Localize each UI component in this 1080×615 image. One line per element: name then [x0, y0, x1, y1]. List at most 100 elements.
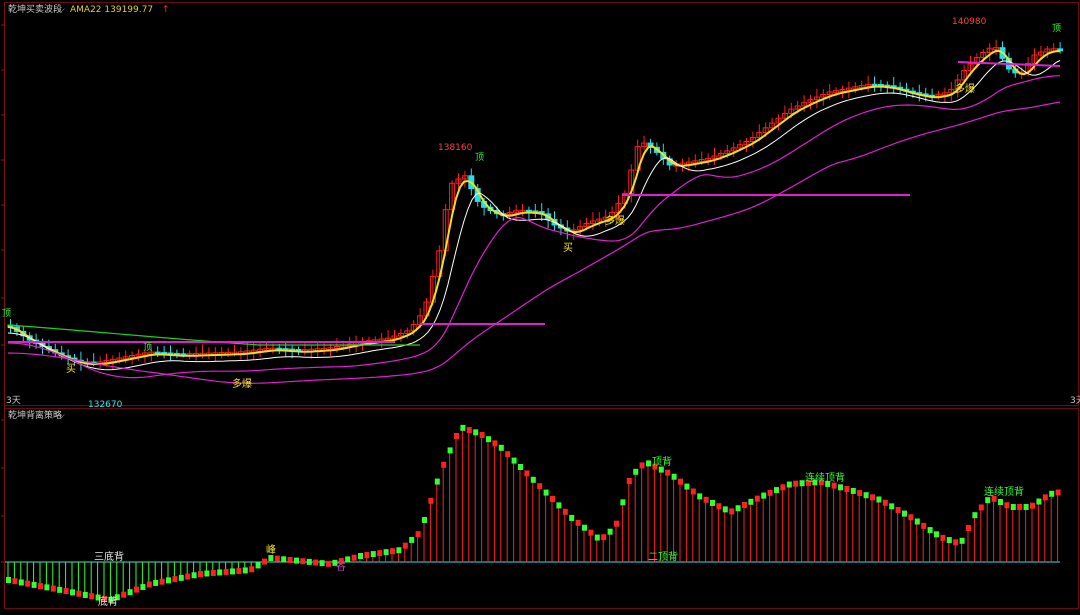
macd-cap-55 [358, 553, 363, 559]
signal-boom-3: 多爆 [955, 82, 975, 95]
macd-cap-152 [978, 504, 984, 511]
macd-cap-83 [537, 483, 543, 490]
macd-cap-4 [31, 581, 37, 588]
macd-cap-54 [351, 554, 357, 561]
macd-cap-90 [582, 524, 587, 531]
period-label-right: 3天 [1070, 396, 1080, 406]
macd-cap-164 [1055, 489, 1061, 496]
macd-cap-108 [697, 493, 703, 500]
macd-cap-12 [82, 591, 88, 598]
macd-cap-109 [703, 496, 709, 503]
macd-cap-87 [562, 508, 568, 515]
macd-cap-97 [626, 478, 632, 484]
macd-cap-96 [620, 499, 626, 506]
macd-cap-19 [127, 589, 133, 596]
macd-double-top-label: 二顶背 [648, 550, 678, 563]
lower-indicator-name[interactable]: 乾坤背离策略 [8, 409, 62, 421]
macd-cap-143 [921, 522, 927, 529]
upper-indicator-name[interactable]: 乾坤买卖波段 [8, 3, 62, 15]
macd-cap-106 [684, 483, 690, 490]
macd-cap-61 [396, 547, 402, 554]
macd-cap-20 [134, 586, 139, 593]
macd-cap-117 [754, 495, 760, 502]
macd-cap-32 [210, 569, 216, 576]
macd-cap-130 [838, 484, 843, 491]
macd-cap-71 [460, 424, 466, 431]
macd-cap-9 [63, 588, 69, 595]
macd-cap-145 [934, 531, 939, 538]
macd-cap-160 [1030, 502, 1035, 509]
macd-cap-31 [204, 570, 210, 577]
macd-cap-57 [370, 551, 376, 558]
macd-cap-60 [390, 548, 395, 555]
period-label-left: 3天 [6, 396, 21, 406]
macd-cap-6 [44, 584, 50, 591]
signal-top-4: 顶 [1052, 23, 1061, 34]
macd-cap-58 [377, 550, 383, 557]
macd-cap-42 [274, 555, 280, 562]
macd-cap-136 [876, 496, 882, 503]
macd-cap-133 [857, 490, 863, 497]
macd-cap-94 [607, 528, 613, 535]
signal-top-3: 顶 [475, 152, 484, 163]
macd-cap-77 [498, 444, 504, 451]
macd-cap-105 [678, 478, 683, 485]
macd-cap-88 [569, 514, 575, 521]
ama-value-label: AMA22 139199.77 [70, 5, 153, 15]
macd-cap-148 [953, 539, 959, 546]
macd-cap-48 [313, 559, 319, 566]
macd-peak-label: 峰 [266, 544, 276, 556]
macd-cap-122 [786, 481, 792, 488]
macd-cap-68 [441, 461, 447, 468]
high-price-label-2: 140980 [952, 17, 987, 27]
upper-indicator-dropdown-icon[interactable]: ⌵ [58, 5, 65, 15]
macd-cap-10 [70, 589, 75, 596]
macd-cap-40 [262, 558, 267, 565]
macd-cap-137 [882, 499, 888, 506]
macd-cap-37 [242, 567, 248, 574]
macd-cap-157 [1010, 504, 1016, 510]
macd-cap-132 [850, 487, 856, 494]
macd-consecutive-top-label-2: 连续顶背 [984, 485, 1024, 498]
macd-cap-3 [25, 580, 31, 587]
macd-cap-140 [902, 510, 907, 517]
macd-cap-119 [767, 489, 773, 496]
lower-indicator-dropdown-icon[interactable]: ⌵ [58, 411, 65, 421]
macd-cap-116 [748, 498, 754, 505]
macd-cap-146 [940, 534, 946, 541]
macd-cap-142 [914, 518, 920, 525]
macd-cap-141 [908, 514, 914, 521]
macd-cap-98 [633, 468, 639, 475]
macd-cap-7 [50, 585, 56, 592]
chart-stage: 乾坤买卖波段 ⌵ AMA22 139199.77 ↑ 3天 3天 132670 … [0, 0, 1080, 610]
macd-cap-138 [889, 503, 895, 510]
macd-cap-84 [543, 489, 549, 496]
macd-cap-70 [454, 433, 459, 439]
macd-cap-13 [89, 593, 95, 600]
macd-cap-144 [927, 527, 933, 534]
macd-cap-5 [38, 583, 43, 590]
macd-cap-28 [185, 573, 191, 580]
macd-cap-21 [140, 584, 146, 591]
macd-cap-110 [710, 500, 715, 506]
macd-cap-25 [166, 577, 171, 584]
macd-cap-72 [466, 427, 472, 434]
macd-cap-64 [415, 531, 421, 538]
macd-cap-112 [722, 506, 728, 513]
macd-bottom-label: 底背 [98, 595, 118, 608]
macd-cap-34 [223, 568, 229, 575]
macd-cap-93 [601, 534, 607, 541]
chart-canvas: 乾坤买卖波段 ⌵ AMA22 139199.77 ↑ 3天 3天 132670 … [1, 2, 1080, 609]
macd-cap-159 [1023, 504, 1029, 510]
macd-cap-0 [6, 577, 11, 583]
macd-cap-30 [198, 571, 203, 577]
macd-cap-50 [326, 560, 331, 567]
macd-cap-73 [473, 429, 479, 436]
macd-cap-103 [665, 469, 671, 476]
macd-cap-134 [863, 492, 869, 499]
macd-cap-81 [524, 470, 530, 477]
macd-cap-49 [319, 560, 325, 567]
macd-cap-158 [1017, 504, 1023, 510]
macd-cap-107 [690, 488, 696, 495]
macd-cap-80 [518, 464, 523, 470]
